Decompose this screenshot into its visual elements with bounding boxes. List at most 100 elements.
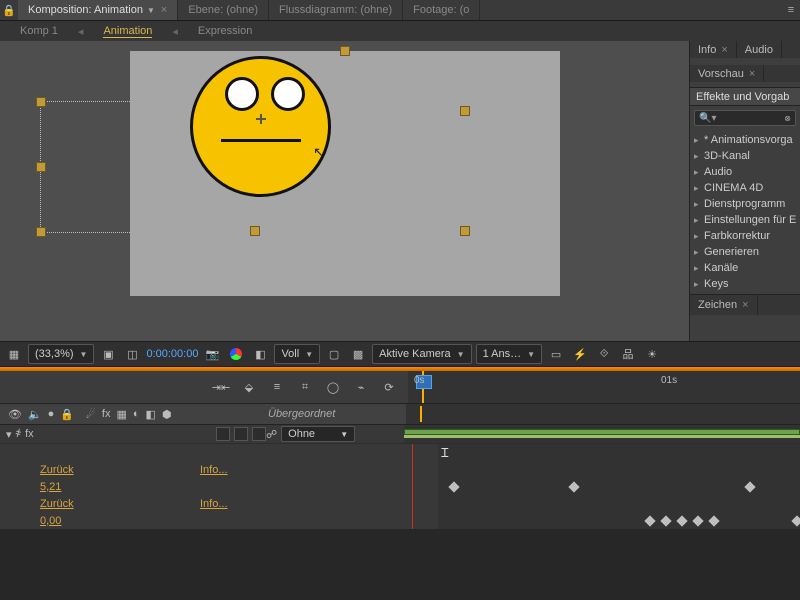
keyframe-diamond[interactable] (676, 515, 687, 526)
blend-column-icon[interactable]: ▦ (116, 408, 126, 421)
effects-category[interactable]: ▸Audio (690, 164, 800, 180)
exposure-icon[interactable]: ☀ (642, 344, 662, 364)
effects-category[interactable]: ▸Keys (690, 276, 800, 292)
time-ruler[interactable]: 0s 01s 02s (408, 371, 800, 403)
timecode-display[interactable]: 0:00:00:00 (146, 348, 198, 360)
keyframe-diamond[interactable] (708, 515, 719, 526)
keyframe-diamond[interactable] (660, 515, 671, 526)
in-point-marker[interactable]: Ꮖ (442, 446, 448, 460)
layer-row[interactable]: ▾ ҂ fx ☍ Ohne▼ (0, 425, 800, 444)
mask-toggle-icon[interactable]: ◫ (122, 344, 142, 364)
transparency-grid-icon[interactable]: ▩ (348, 344, 368, 364)
color-management-icon[interactable]: ◧ (250, 344, 270, 364)
transform-handle[interactable] (460, 106, 470, 116)
composition-canvas[interactable]: ↖ (130, 51, 560, 296)
effects-category[interactable]: ▸3D-Kanal (690, 148, 800, 164)
pickwhip-icon[interactable]: ҂ (16, 428, 22, 440)
keyframe-diamond[interactable] (791, 515, 800, 526)
property-name[interactable]: Zurück (40, 464, 74, 476)
smiley-face-layer[interactable]: ↖ (190, 56, 331, 197)
twirl-icon[interactable]: ▸ (694, 279, 704, 290)
tab-footage[interactable]: Footage: (o (403, 0, 480, 20)
audio-column-icon[interactable]: 🔈 (28, 408, 42, 421)
tab-composition[interactable]: Komposition: Animation ▼ × (18, 0, 178, 20)
pickwhip-icon[interactable]: ☍ (266, 428, 277, 441)
close-icon[interactable]: × (742, 299, 748, 311)
transform-handle[interactable] (250, 226, 260, 236)
tab-audio[interactable]: Audio (737, 41, 782, 58)
eye-column-icon[interactable]: 👁 (8, 408, 22, 421)
twirl-icon[interactable]: ▸ (694, 263, 704, 274)
keyframe-diamond[interactable] (692, 515, 703, 526)
tab-preview[interactable]: Vorschau × (690, 65, 764, 82)
tab-draw[interactable]: Zeichen × (690, 295, 758, 315)
motion-blur-icon[interactable]: ⌗ (296, 378, 314, 396)
camera-dropdown[interactable]: Aktive Kamera▼ (372, 344, 471, 364)
composition-viewer[interactable]: ↖ (0, 41, 689, 341)
frame-blend-icon[interactable]: ≡ (268, 378, 286, 396)
twirl-icon[interactable]: ▸ (694, 183, 704, 194)
property-value[interactable]: 5,21 (40, 481, 61, 493)
effects-category[interactable]: ▸Farbkorrektur (690, 228, 800, 244)
close-icon[interactable]: × (161, 4, 167, 16)
fx-column-icon[interactable]: fx (102, 408, 111, 420)
playhead-line[interactable] (412, 444, 413, 529)
lock-icon[interactable]: 🔒 (0, 0, 18, 20)
switch-box[interactable] (234, 427, 248, 441)
property-info[interactable]: Info... (200, 464, 228, 476)
tab-ebene[interactable]: Ebene: (ohne) (178, 0, 269, 20)
effects-category[interactable]: ▸* Animationsvorga (690, 132, 800, 148)
close-icon[interactable]: × (749, 68, 755, 80)
panel-menu-icon[interactable]: ≡ (782, 0, 800, 20)
transform-handle[interactable] (36, 97, 46, 107)
close-icon[interactable]: ⊗ (780, 114, 795, 123)
effects-category[interactable]: ▸Einstellungen für E (690, 212, 800, 228)
effects-category[interactable]: ▸Kanäle (690, 260, 800, 276)
anchor-point-icon[interactable] (256, 114, 266, 124)
property-name[interactable]: Zurück (40, 498, 74, 510)
resolution-dropdown[interactable]: Voll▼ (274, 344, 320, 364)
twirl-icon[interactable]: ▸ (694, 135, 704, 146)
graph-editor-icon[interactable]: ⌁ (352, 378, 370, 396)
transform-handle[interactable] (340, 46, 350, 56)
property-info[interactable]: Info... (200, 498, 228, 510)
always-preview-icon[interactable]: ▦ (4, 344, 24, 364)
transform-handle[interactable] (460, 226, 470, 236)
twirl-icon[interactable]: ▸ (694, 199, 704, 210)
parent-dropdown[interactable]: Ohne▼ (281, 426, 355, 442)
region-of-interest-icon[interactable]: ▢ (324, 344, 344, 364)
comp-mini-flowchart-icon[interactable]: ⇥⇤ (212, 378, 230, 396)
tab-flussdiagramm[interactable]: Flussdiagramm: (ohne) (269, 0, 403, 20)
mblur-column-icon[interactable]: ◐ (133, 408, 140, 420)
keyframe-diamond[interactable] (644, 515, 655, 526)
3d-column-icon[interactable]: ⬢ (162, 408, 172, 421)
crumb-parent[interactable]: Komp 1 (20, 25, 58, 37)
zoom-dropdown[interactable]: (33,3%)▼ (28, 344, 94, 364)
transform-handle[interactable] (36, 162, 46, 172)
property-value[interactable]: 0,00 (40, 515, 61, 527)
transform-handle[interactable] (36, 227, 46, 237)
keyframe-diamond[interactable] (448, 481, 459, 492)
views-dropdown[interactable]: 1 Ans…▼ (476, 344, 542, 364)
crumb-expression[interactable]: Expression (198, 25, 252, 37)
safe-zones-icon[interactable]: ▣ (98, 344, 118, 364)
timeline-icon[interactable]: ⟐ (594, 344, 614, 364)
twirl-icon[interactable]: ▸ (694, 231, 704, 242)
twirl-icon[interactable]: ▸ (694, 167, 704, 178)
effects-category[interactable]: ▸Dienstprogramm (690, 196, 800, 212)
brainstorm-icon[interactable]: ◯ (324, 378, 342, 396)
auto-keyframe-icon[interactable]: ⟳ (380, 378, 398, 396)
twirl-icon[interactable]: ▸ (694, 151, 704, 162)
keyframe-diamond[interactable] (568, 481, 579, 492)
effects-category[interactable]: ▸CINEMA 4D (690, 180, 800, 196)
effects-panel-header[interactable]: Effekte und Vorgab (690, 87, 800, 106)
switch-box[interactable] (216, 427, 230, 441)
tab-info[interactable]: Info × (690, 41, 737, 58)
twirl-icon[interactable]: ▸ (694, 215, 704, 226)
solo-column-icon[interactable]: ● (48, 408, 55, 420)
twirl-icon[interactable]: ▸ (694, 247, 704, 258)
twirl-icon[interactable]: ▾ (6, 428, 12, 441)
effects-search-input[interactable]: 🔍▾ ⊗ (694, 110, 796, 126)
dropdown-icon[interactable]: ▼ (147, 6, 155, 15)
adjust-column-icon[interactable]: ◧ (146, 408, 156, 421)
